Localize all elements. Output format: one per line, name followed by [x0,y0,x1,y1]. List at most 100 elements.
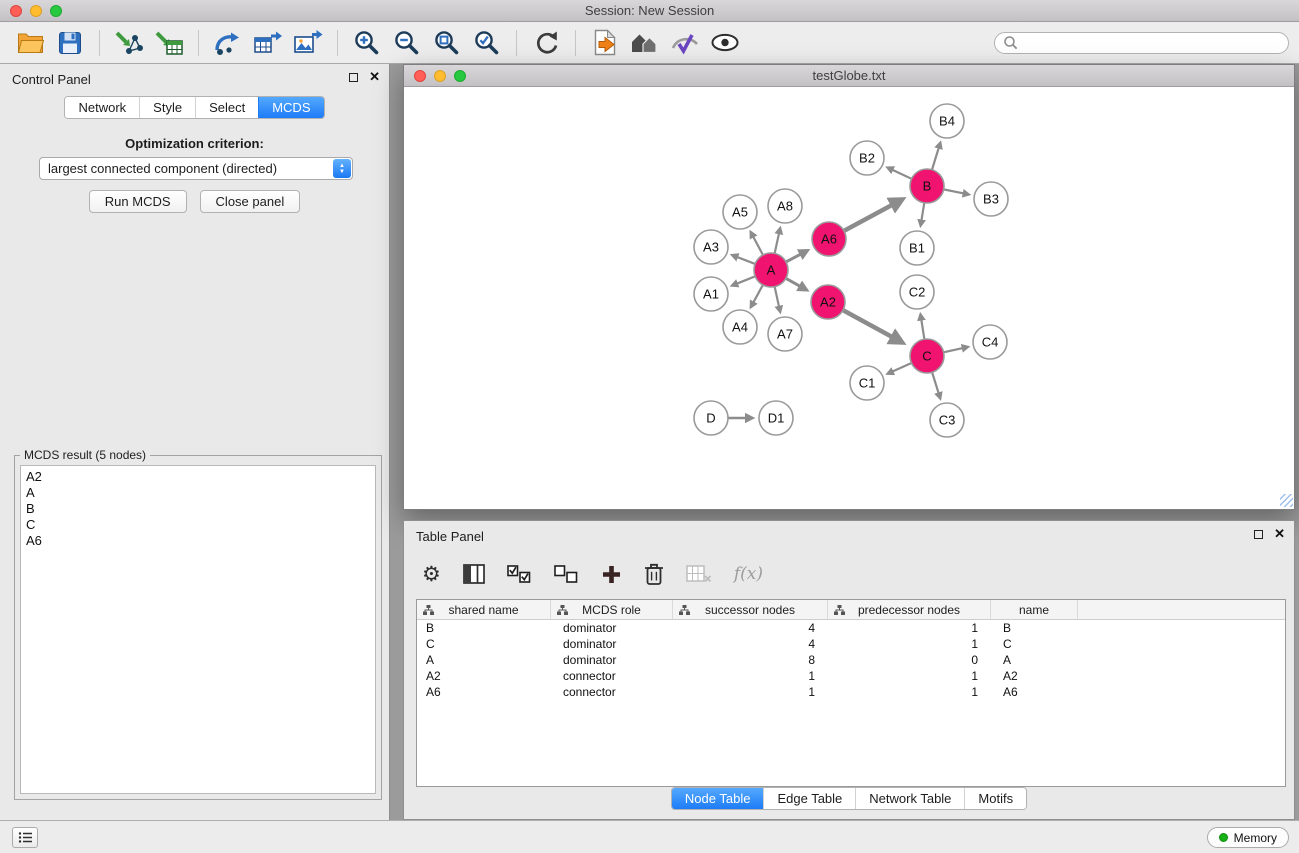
graph-edge-A2-C[interactable] [843,310,902,342]
graph-edge-A-A5[interactable] [751,232,763,255]
list-item[interactable]: A [26,485,370,501]
cell-mcds-role: dominator [551,621,673,635]
table-row[interactable]: A dominator 8 0 A [417,652,1285,668]
memory-button[interactable]: Memory [1207,827,1289,848]
tab-select[interactable]: Select [195,97,258,118]
search-input[interactable] [1022,36,1280,50]
list-item[interactable]: A6 [26,533,370,549]
network-canvas-area[interactable]: B4B2BB3A5A8A6A3B1AC2A1A2A4A7C4CC1DD1C3 [404,87,1294,508]
details-check-button[interactable] [665,25,705,61]
table-row[interactable]: A6 connector 1 1 A6 [417,684,1285,700]
graph-edge-B-B1[interactable] [921,203,925,226]
graph-edge-A-A6[interactable] [786,251,807,262]
home-button[interactable] [625,25,665,61]
network-minimize-button[interactable] [434,70,446,82]
tab-style[interactable]: Style [139,97,195,118]
maximize-window-button[interactable] [50,5,62,17]
graph-node-label: A4 [732,320,748,335]
save-session-button[interactable] [50,25,90,61]
optimization-criterion-label: Optimization criterion: [0,136,389,151]
graph-edge-C-C1[interactable] [888,363,912,374]
import-network-button[interactable] [109,25,149,61]
function-builder-icon[interactable]: f(x) [734,564,763,584]
list-item[interactable]: B [26,501,370,517]
list-item[interactable]: C [26,517,370,533]
open-session-button[interactable] [10,25,50,61]
graph-edge-A6-B[interactable] [844,200,902,231]
network-close-button[interactable] [414,70,426,82]
tab-network[interactable]: Network [65,97,139,118]
zoom-fit-button[interactable] [427,25,467,61]
close-panel-button[interactable]: Close panel [200,190,301,213]
column-header-successor-nodes[interactable]: successor nodes [673,600,828,619]
network-canvas[interactable]: B4B2BB3A5A8A6A3B1AC2A1A2A4A7C4CC1DD1C3 [404,87,1294,508]
graph-edge-C-C3[interactable] [932,372,940,398]
cell-shared-name: A [417,653,551,667]
graph-edge-A-A8[interactable] [775,228,781,253]
select-all-icon[interactable] [507,565,532,584]
network-window-titlebar[interactable]: testGlobe.txt [404,65,1294,87]
session-document-button[interactable] [585,25,625,61]
export-network-button[interactable] [208,25,248,61]
window-titlebar[interactable]: Session: New Session [0,0,1299,22]
tab-motifs[interactable]: Motifs [964,788,1026,809]
graph-edge-B-B3[interactable] [944,189,969,194]
column-header-mcds-role[interactable]: MCDS role [551,600,673,619]
resize-handle[interactable] [1280,494,1293,507]
mcds-result-list[interactable]: A2 A B C A6 [20,465,376,794]
zoom-out-button[interactable] [387,25,427,61]
status-list-button[interactable] [12,827,38,848]
export-table-button[interactable] [248,25,288,61]
graph-edge-B-B4[interactable] [932,143,940,170]
close-window-button[interactable] [10,5,22,17]
graph-edge-B-B2[interactable] [888,168,912,179]
close-panel-icon[interactable]: ✕ [1274,528,1285,540]
float-panel-icon[interactable] [349,73,358,82]
show-graphics-details-button[interactable] [705,25,745,61]
network-maximize-button[interactable] [454,70,466,82]
traffic-lights [10,5,62,17]
import-table-button[interactable] [149,25,189,61]
table-row[interactable]: B dominator 4 1 B [417,620,1285,636]
graph-edge-A-A4[interactable] [751,285,763,307]
eye-icon [710,32,740,53]
minimize-window-button[interactable] [30,5,42,17]
column-header-shared-name[interactable]: shared name [417,600,551,619]
graph-edge-A-A1[interactable] [732,276,755,285]
zoom-in-button[interactable] [347,25,387,61]
run-mcds-button[interactable]: Run MCDS [89,190,187,213]
graph-edge-A-A3[interactable] [732,255,755,264]
graph-edge-A-A7[interactable] [775,287,781,312]
zoom-selected-button[interactable] [467,25,507,61]
gear-icon[interactable]: ⚙ [422,564,441,585]
refresh-layout-button[interactable] [526,25,566,61]
zoom-in-icon [353,29,381,57]
cell-successor-nodes: 1 [673,669,828,683]
column-header-predecessor-nodes[interactable]: predecessor nodes [828,600,991,619]
graph-node-label: B4 [939,114,955,129]
add-icon[interactable] [601,564,622,585]
table-row[interactable]: A2 connector 1 1 A2 [417,668,1285,684]
search-field[interactable] [994,32,1289,54]
float-panel-icon[interactable] [1254,530,1263,539]
tab-node-table[interactable]: Node Table [672,788,764,809]
table-row[interactable]: C dominator 4 1 C [417,636,1285,652]
optimization-criterion-select[interactable]: largest connected component (directed) ▲… [39,157,353,180]
tab-network-table[interactable]: Network Table [855,788,964,809]
list-item[interactable]: A2 [26,469,370,485]
purple-check-icon [670,31,700,55]
close-panel-icon[interactable]: ✕ [369,71,380,83]
graph-edge-C-C4[interactable] [944,347,968,352]
show-columns-icon[interactable] [463,564,485,584]
graph-node-label: C2 [909,285,926,300]
export-image-button[interactable] [288,25,328,61]
deselect-all-icon[interactable] [554,565,579,584]
column-header-name[interactable]: name [991,600,1078,619]
graph-edge-A-A2[interactable] [786,278,807,290]
graph-edge-C-C2[interactable] [921,314,925,339]
cell-mcds-role: connector [551,669,673,683]
tab-mcds[interactable]: MCDS [258,97,323,118]
delete-icon[interactable] [644,562,664,586]
tab-edge-table[interactable]: Edge Table [763,788,855,809]
toolbar-separator [516,30,517,56]
